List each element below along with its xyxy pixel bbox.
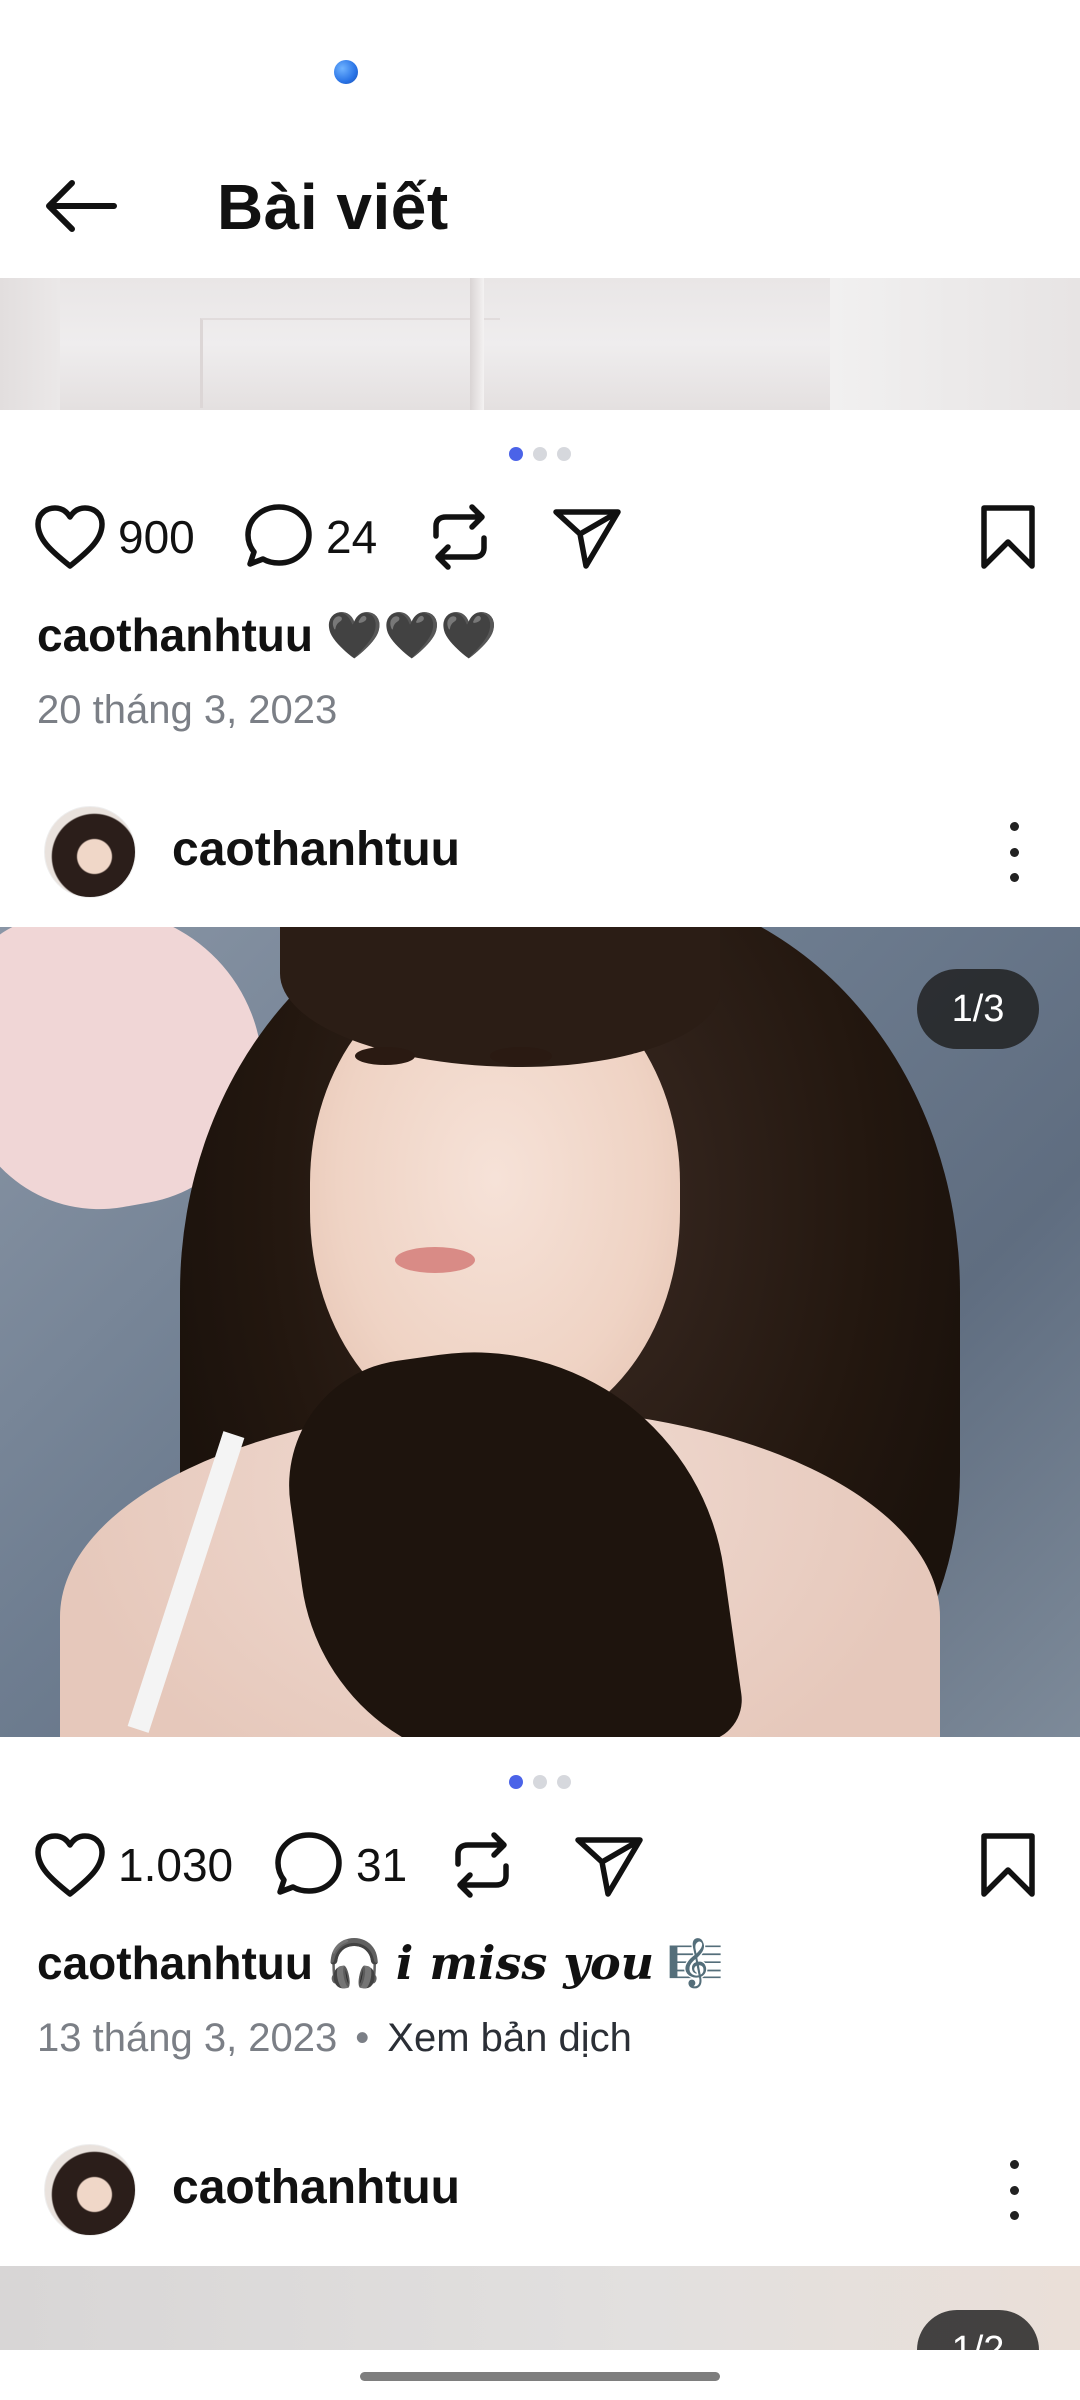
like-count: 1.030	[118, 1839, 234, 1891]
see-translation-link[interactable]: Xem bản dịch	[387, 2016, 632, 2060]
post-image[interactable]: 1/3	[0, 927, 1080, 1737]
status-bar	[0, 0, 1080, 130]
comment-icon	[275, 1832, 342, 1895]
caption-username[interactable]: caothanhtuu	[37, 1937, 313, 1989]
music-score-emoji: 🎼	[666, 1937, 725, 1989]
carousel-dot-active	[509, 1775, 523, 1789]
author-username[interactable]: caothanhtuu	[172, 2160, 460, 2215]
bookmark-button[interactable]	[978, 1820, 1038, 1910]
caption-username[interactable]: caothanhtuu	[37, 609, 313, 661]
post-date: 13 tháng 3, 2023	[37, 2016, 338, 2060]
carousel-indicator	[0, 1772, 1080, 1792]
author-username[interactable]: caothanhtuu	[172, 822, 460, 877]
heart-icon	[35, 1833, 105, 1897]
carousel-dot	[557, 447, 571, 461]
post-actions: 1.030 31	[0, 1820, 1080, 1910]
bookmark-icon	[981, 505, 1035, 569]
like-button[interactable]: 1.030	[34, 1820, 233, 1910]
repost-icon	[455, 1832, 509, 1898]
bookmark-button[interactable]	[978, 492, 1038, 582]
post-caption: caothanhtuu 🖤🖤🖤	[37, 608, 498, 663]
like-button[interactable]: 900	[34, 492, 195, 582]
avatar[interactable]	[44, 2144, 136, 2236]
image-counter-badge: 1/2	[917, 2310, 1039, 2350]
headphones-emoji: 🎧	[325, 1937, 384, 1989]
post-image[interactable]	[0, 278, 1080, 410]
share-icon	[553, 509, 621, 569]
more-options-button[interactable]	[990, 822, 1038, 882]
comment-button[interactable]: 31	[274, 1820, 407, 1910]
comment-button[interactable]: 24	[244, 492, 377, 582]
share-button[interactable]	[552, 492, 622, 582]
image-counter-badge: 1/3	[917, 969, 1039, 1049]
comment-count: 24	[326, 511, 378, 563]
post-caption: caothanhtuu 🎧 i miss you 🎼	[37, 1936, 724, 1991]
post-meta: 13 tháng 3, 2023 • Xem bản dịch	[37, 2016, 632, 2061]
share-icon	[575, 1837, 643, 1897]
carousel-dot	[533, 1775, 547, 1789]
heart-icon	[35, 505, 105, 569]
top-app-bar: Bài viết	[0, 130, 1080, 278]
post-author-row: caothanhtuu	[0, 2142, 1080, 2238]
back-button[interactable]	[40, 165, 122, 247]
repost-button[interactable]	[450, 1820, 514, 1910]
carousel-dot	[533, 447, 547, 461]
repost-button[interactable]	[428, 492, 492, 582]
notification-dot-icon	[334, 60, 358, 84]
bookmark-icon	[981, 1833, 1035, 1897]
caption-text: 🖤🖤🖤	[325, 609, 498, 661]
repost-icon	[433, 504, 487, 570]
post-actions: 900 24	[0, 492, 1080, 582]
post-date: 20 tháng 3, 2023	[37, 688, 338, 732]
caption-text: i miss you	[395, 1936, 655, 1990]
comment-count: 31	[356, 1839, 408, 1891]
system-navigation-bar	[0, 2350, 1080, 2400]
meta-separator: •	[355, 2016, 370, 2060]
carousel-dot-active	[509, 447, 523, 461]
like-count: 900	[118, 511, 195, 563]
more-options-button[interactable]	[990, 2160, 1038, 2220]
gesture-handle[interactable]	[360, 2372, 720, 2381]
more-vertical-icon	[1009, 2160, 1019, 2169]
comment-icon	[245, 504, 312, 567]
more-vertical-icon	[1009, 822, 1019, 831]
page-title: Bài viết	[217, 171, 449, 243]
arrow-left-icon	[46, 180, 117, 232]
carousel-dot	[557, 1775, 571, 1789]
post-author-row: caothanhtuu	[0, 804, 1080, 900]
carousel-indicator	[0, 444, 1080, 464]
avatar[interactable]	[44, 806, 136, 898]
share-button[interactable]	[574, 1820, 644, 1910]
post-image[interactable]: 1/2	[0, 2266, 1080, 2350]
